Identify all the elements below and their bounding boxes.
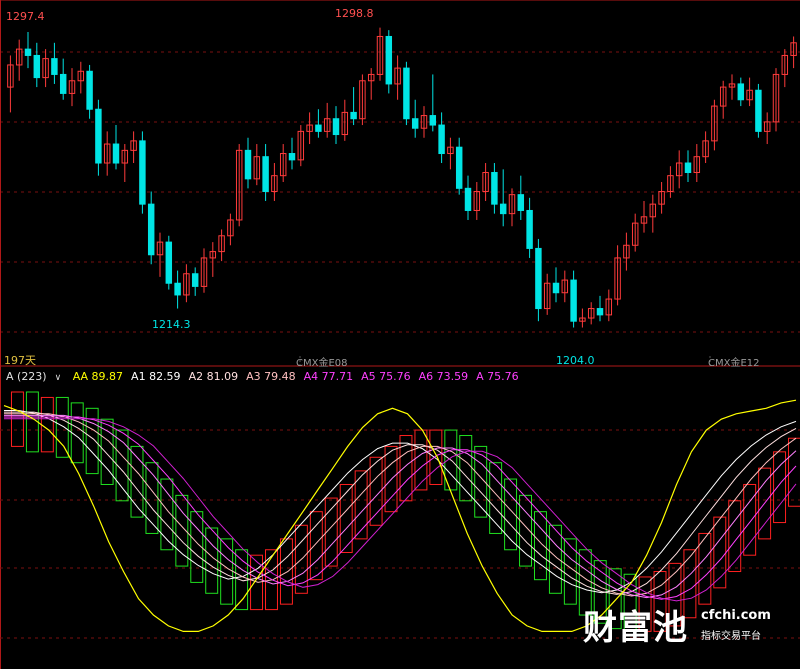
chart-canvas — [0, 0, 800, 669]
histogram-block — [743, 483, 757, 556]
indicator-name[interactable]: A (223) — [6, 370, 47, 383]
low-label-mid: 1204.0 — [556, 354, 595, 367]
candle-body — [24, 48, 32, 56]
legend-item-a2: A2 81.09 — [188, 370, 239, 383]
candle-body — [315, 124, 322, 132]
indicator-legend: A (223) ∨ AA 89.87 A1 82.59 A2 81.09 A3 79.4… — [6, 370, 527, 383]
brand-name: 财富池 — [583, 608, 688, 648]
histogram-block — [40, 396, 54, 453]
price-grid — [0, 0, 800, 669]
contract-label-1: CMX金E08 — [296, 358, 348, 369]
legend-item-a5: A5 75.76 — [361, 370, 411, 383]
legend-item-a: A 75.76 — [476, 370, 519, 383]
candle-body — [174, 282, 181, 296]
high-label-mid: 1298.8 — [335, 7, 374, 20]
candle-body — [411, 118, 419, 129]
candle-body — [332, 118, 340, 136]
legend-item-a1: A1 82.59 — [131, 370, 181, 383]
candle-body — [95, 108, 102, 164]
histogram-block — [25, 391, 39, 453]
legend-item-a4: A4 77.71 — [303, 370, 354, 383]
histogram-block — [414, 429, 428, 491]
candle-body — [755, 89, 762, 132]
histogram-block — [279, 538, 293, 605]
contract-label-2: CMX金E12 — [708, 358, 760, 369]
candle-body — [244, 149, 252, 180]
candle-body — [288, 153, 296, 161]
candle-body — [464, 187, 472, 211]
chevron-down-icon[interactable]: ∨ — [55, 373, 62, 383]
candle-body — [403, 67, 410, 120]
candle-body — [112, 143, 120, 164]
candle-body — [86, 70, 93, 110]
high-label-left: 1297.4 — [6, 10, 45, 23]
candle-body — [385, 35, 393, 85]
candle-body — [526, 209, 533, 249]
candle-body — [737, 83, 745, 101]
histogram-block — [205, 527, 219, 594]
histogram-block — [70, 402, 84, 464]
candle-body — [535, 247, 542, 310]
candle-body — [262, 156, 269, 192]
candle-body — [165, 241, 173, 284]
histogram-block — [429, 429, 443, 485]
candle-body — [438, 124, 445, 155]
candle-body — [191, 273, 199, 287]
candle-body — [491, 172, 498, 205]
legend-item-a3: A3 79.48 — [246, 370, 296, 383]
candle-body — [596, 308, 604, 316]
candle-body — [139, 140, 146, 205]
histogram-block — [220, 538, 234, 605]
candle-body — [51, 58, 58, 75]
candle-body — [33, 54, 41, 79]
brand-tagline: 指标交易平台 — [701, 631, 761, 642]
candle-body — [455, 146, 463, 189]
histogram-block — [55, 396, 69, 458]
candle-body — [147, 203, 155, 256]
candle-body — [499, 203, 507, 215]
legend-item-aa: AA 89.87 — [72, 370, 124, 383]
brand-watermark: 财富池 cfchi.com 指标交易平台 — [583, 600, 783, 650]
candle-body — [517, 194, 525, 211]
histogram-block — [533, 511, 547, 581]
aa-line — [3, 399, 797, 633]
candle-body — [552, 282, 560, 294]
histogram-block — [563, 538, 577, 605]
indicator-series — [3, 391, 800, 633]
candle-body — [59, 73, 67, 94]
candle-body — [350, 111, 357, 120]
candle-body — [429, 115, 437, 126]
candlestick-series — [7, 27, 797, 328]
candle-body — [684, 162, 692, 174]
candle-body — [570, 279, 577, 322]
brand-domain: cfchi.com — [701, 608, 771, 623]
low-label-left: 1214.3 — [152, 318, 191, 331]
days-label: 197天 — [4, 354, 36, 367]
legend-item-a6: A6 73.59 — [418, 370, 469, 383]
histogram-block — [85, 407, 99, 475]
histogram-block — [309, 511, 323, 581]
